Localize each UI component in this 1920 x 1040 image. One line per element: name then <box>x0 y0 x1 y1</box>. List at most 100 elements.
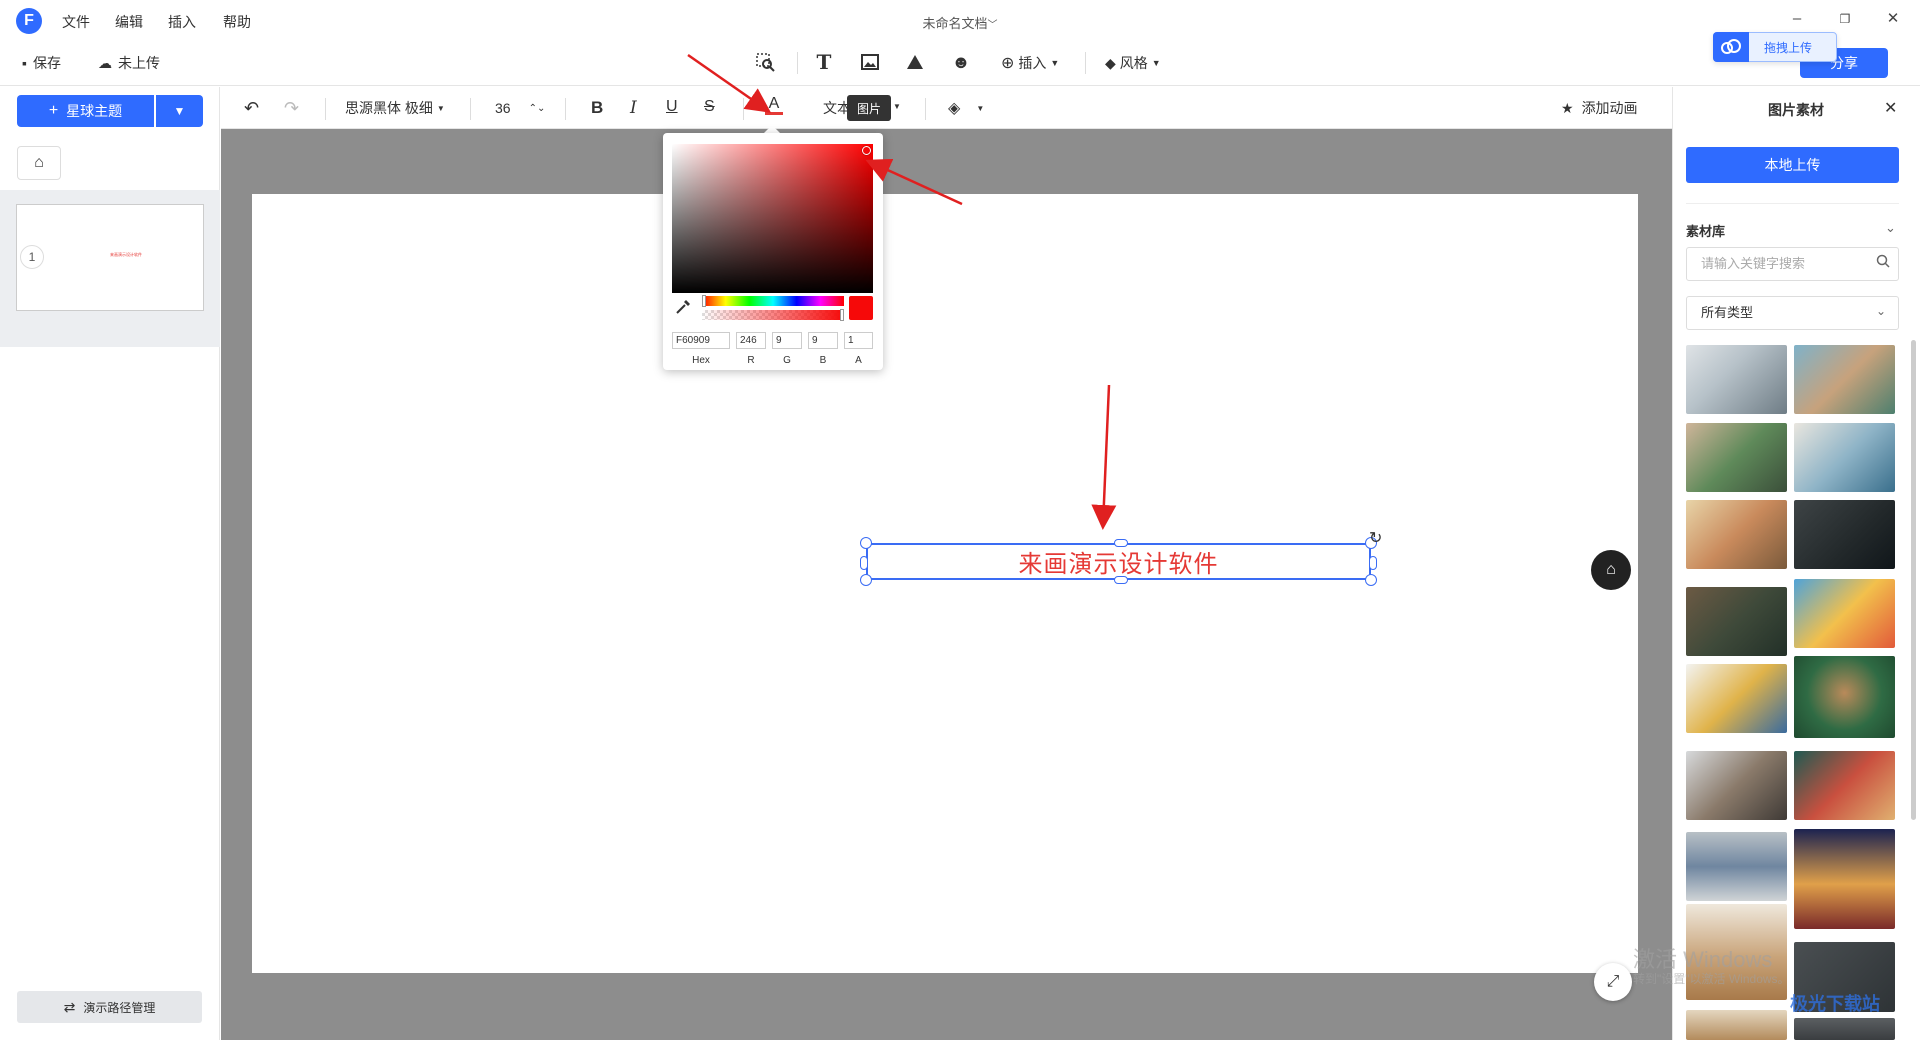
type-select[interactable]: 所有类型 <box>1686 296 1899 330</box>
selected-text-box[interactable]: 来画演示设计软件 <box>866 543 1371 580</box>
doc-title[interactable]: 未命名文档 <box>922 16 987 31</box>
hue-slider[interactable] <box>702 296 844 306</box>
slide-canvas[interactable] <box>252 194 1638 973</box>
sticker-tool-icon[interactable]: ☻ <box>948 51 974 73</box>
chevron-down-icon[interactable]: ﹀ <box>988 20 998 31</box>
blue-label: B <box>819 355 827 366</box>
image-thumbnail[interactable] <box>1686 751 1787 820</box>
upload-status-label: 未上传 <box>118 55 160 71</box>
red-input[interactable]: 246 <box>736 332 766 349</box>
scrollbar[interactable] <box>1911 340 1916 820</box>
search-input[interactable]: 请输入关键字搜索 <box>1686 247 1899 281</box>
resize-handle-tl[interactable] <box>860 537 872 549</box>
add-animation-button[interactable]: ★ 添加动画 <box>1561 98 1638 118</box>
image-thumbnail[interactable] <box>1686 500 1787 569</box>
style-icon: ◆ <box>1105 54 1116 71</box>
image-thumbnail[interactable] <box>1794 751 1895 820</box>
text-tool-icon[interactable]: T <box>811 50 837 74</box>
alpha-knob[interactable] <box>840 309 844 321</box>
divider <box>1686 203 1899 204</box>
hue-knob[interactable] <box>702 295 706 307</box>
menu-insert[interactable]: 插入 <box>168 12 196 32</box>
home-button[interactable]: ⌂ <box>17 146 61 180</box>
alpha-slider[interactable] <box>702 310 844 320</box>
divider <box>743 98 744 120</box>
alpha-label: A <box>855 355 862 366</box>
redo-icon[interactable]: ↷ <box>284 98 299 119</box>
eyedropper-icon[interactable] <box>674 298 692 321</box>
local-upload-button[interactable]: 本地上传 <box>1686 147 1899 183</box>
red-label: R <box>747 355 755 366</box>
resize-handle-bottom[interactable] <box>1114 576 1128 584</box>
image-thumbnail[interactable] <box>1686 423 1787 492</box>
resize-handle-left[interactable] <box>860 556 868 570</box>
expand-icon: ⤢ <box>1606 973 1620 990</box>
path-manage-label: 演示路径管理 <box>83 1000 156 1015</box>
image-thumbnail[interactable] <box>1686 664 1787 733</box>
resize-handle-br[interactable] <box>1365 574 1377 586</box>
color-cursor[interactable] <box>862 146 871 155</box>
close-window-button[interactable]: ✕ <box>1878 8 1908 30</box>
chevron-down-icon[interactable]: ⌄ <box>1885 220 1896 236</box>
resize-handle-top[interactable] <box>1114 539 1128 547</box>
chevron-down-icon[interactable]: ⌄ <box>1876 304 1886 318</box>
search-icon[interactable] <box>1876 254 1890 271</box>
image-thumbnail[interactable] <box>1794 829 1895 929</box>
theme-dropdown-button[interactable]: ▼ <box>156 95 203 127</box>
menu-file[interactable]: 文件 <box>62 12 90 32</box>
image-thumbnail[interactable] <box>1794 423 1895 492</box>
caret-down-icon: ▼ <box>976 103 985 113</box>
blue-input[interactable]: 9 <box>808 332 838 349</box>
image-tooltip: 图片 <box>847 95 891 121</box>
hex-input[interactable]: F60909 <box>672 332 730 349</box>
font-size-stepper[interactable]: 36 ⌃⌄ <box>495 100 545 116</box>
font-family-select[interactable]: 思源黑体 极细 ▼ <box>345 98 445 118</box>
minimize-button[interactable]: – <box>1782 8 1812 30</box>
theme-button[interactable]: + 星球主题 <box>17 95 154 127</box>
caret-down-icon: ▼ <box>1151 58 1161 68</box>
library-title: 素材库 <box>1686 224 1726 239</box>
layer-button[interactable]: ◈ ▼ <box>948 98 984 118</box>
green-input[interactable]: 9 <box>772 332 802 349</box>
save-button[interactable]: ▪ 保存 <box>22 53 61 73</box>
zoom-select-icon[interactable] <box>752 51 778 73</box>
image-tool-icon[interactable] <box>857 51 883 73</box>
upload-status-button[interactable]: ☁ 未上传 <box>98 53 160 73</box>
shape-tool-icon[interactable] <box>902 51 928 73</box>
bold-button[interactable]: B <box>591 98 603 118</box>
italic-button[interactable]: I <box>630 98 637 118</box>
cloud-upload-icon[interactable] <box>1713 32 1749 62</box>
image-thumbnail[interactable] <box>1794 345 1895 414</box>
maximize-button[interactable]: ❐ <box>1830 8 1860 30</box>
alpha-input[interactable]: 1 <box>844 332 873 349</box>
caret-down-icon[interactable]: ▼ <box>893 102 901 111</box>
fullscreen-button[interactable]: ⤢ <box>1594 963 1632 1001</box>
style-menu-button[interactable]: ◆ 风格 ▼ <box>1105 53 1161 73</box>
saturation-value-area[interactable] <box>672 144 873 293</box>
underline-button[interactable]: U <box>666 98 678 116</box>
image-thumbnail[interactable] <box>1686 832 1787 901</box>
image-thumbnail[interactable] <box>1686 345 1787 414</box>
insert-menu-button[interactable]: ⊕ 插入 ▼ <box>1001 53 1059 73</box>
path-manage-button[interactable]: ⇄ 演示路径管理 <box>17 991 202 1023</box>
image-thumbnail[interactable] <box>1794 579 1895 648</box>
image-thumbnail[interactable] <box>1794 1018 1895 1040</box>
font-color-button[interactable]: A <box>765 96 783 115</box>
image-thumbnail[interactable] <box>1686 1010 1787 1040</box>
home-float-button[interactable]: ⌂ <box>1591 550 1631 590</box>
undo-icon[interactable]: ↶ <box>244 98 259 119</box>
menu-edit[interactable]: 编辑 <box>115 12 143 32</box>
resize-handle-right[interactable] <box>1369 556 1377 570</box>
menu-help[interactable]: 帮助 <box>223 12 251 32</box>
theme-label: 星球主题 <box>66 103 123 119</box>
strikethrough-button[interactable]: S <box>704 98 715 116</box>
image-thumbnail[interactable] <box>1686 587 1787 656</box>
layers-icon: ◈ <box>948 100 961 117</box>
site-watermark: 极光下载站 <box>1790 994 1880 1014</box>
text-content[interactable]: 来画演示设计软件 <box>1019 544 1219 579</box>
resize-handle-bl[interactable] <box>860 574 872 586</box>
close-icon[interactable]: ✕ <box>1884 98 1897 118</box>
image-thumbnail[interactable] <box>1794 656 1895 738</box>
image-thumbnail[interactable] <box>1794 500 1895 569</box>
rotate-icon[interactable]: ↻ <box>1369 528 1382 548</box>
